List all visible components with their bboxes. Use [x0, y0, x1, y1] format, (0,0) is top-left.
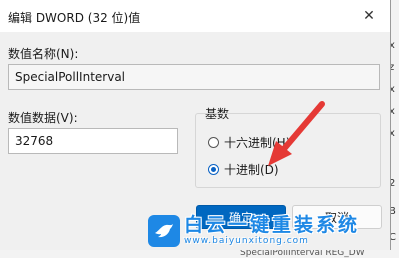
- bg-row-text: SpecialPollInterval REG_DW: [240, 250, 365, 258]
- radio-button[interactable]: [208, 137, 219, 148]
- dialog-title: 编辑 DWORD (32 位)值: [8, 11, 141, 25]
- value-data-label: 数值数据(V):: [8, 111, 78, 125]
- radio-button-selected[interactable]: [208, 164, 219, 175]
- close-button[interactable]: ✕: [348, 0, 390, 32]
- radio-hexadecimal[interactable]: 十六进制(H): [208, 134, 290, 151]
- radio-label: 十六进制(H): [224, 136, 291, 150]
- value-data-text: 32768: [15, 134, 54, 148]
- value-data-input[interactable]: 32768: [8, 128, 178, 154]
- watermark-url: www.baiyunxitong.com: [184, 236, 309, 246]
- value-name-text: SpecialPollInterval: [15, 70, 126, 84]
- value-name-label: 数值名称(N):: [8, 47, 79, 61]
- radio-label: 十进制(D): [224, 163, 279, 177]
- watermark: 白云一键重装系统 www.baiyunxitong.com: [148, 212, 360, 250]
- watermark-text: 白云一键重装系统: [184, 214, 361, 236]
- bird-logo-icon: [148, 215, 180, 247]
- value-name-field[interactable]: SpecialPollInterval: [8, 64, 380, 90]
- radio-decimal[interactable]: 十进制(D): [208, 161, 279, 178]
- dialog-titlebar[interactable]: 编辑 DWORD (32 位)值 ✕: [0, 0, 390, 32]
- close-icon: ✕: [363, 8, 375, 24]
- background-registry-row: SpecialPollInterval REG_DW: [0, 250, 399, 258]
